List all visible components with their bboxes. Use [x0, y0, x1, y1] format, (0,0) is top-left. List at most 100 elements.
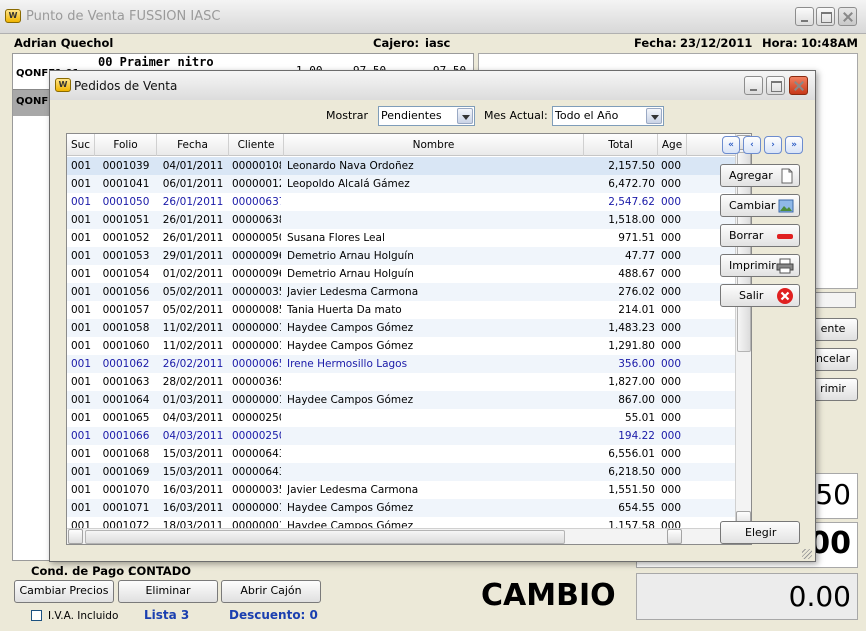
- table-row[interactable]: 001 0001051 26/01/2011 00000638 1,518.00 000: [67, 211, 735, 229]
- column-header[interactable]: Total: [584, 134, 658, 156]
- table-row[interactable]: 001 0001053 29/01/2011 00000096 Demetrio Arn…: [67, 247, 735, 265]
- table-cell: Irene Hermosillo Lagos: [287, 358, 408, 370]
- table-row[interactable]: 001 0001071 16/03/2011 00000001 Haydee Campo…: [67, 499, 735, 517]
- table-row[interactable]: 001 0001052 26/01/2011 00000050 Susana Flore…: [67, 229, 735, 247]
- table-cell: 0001064: [102, 394, 150, 406]
- pendiente-label: ente: [820, 322, 846, 335]
- cashier-label: Cajero:: [373, 36, 420, 50]
- table-cell: Demetrio Arnau Holguín: [287, 250, 414, 262]
- table-cell: 11/02/2011: [162, 322, 224, 334]
- table-cell: 00000643: [232, 448, 281, 460]
- table-row[interactable]: 001 0001062 26/02/2011 00000065 Irene Hermos…: [67, 355, 735, 373]
- table-cell: 001: [70, 484, 92, 496]
- mostrar-select[interactable]: Pendientes: [378, 106, 475, 126]
- change-display: 0.00: [636, 573, 858, 620]
- column-header[interactable]: Age: [658, 134, 687, 156]
- table-cell: Haydee Campos Gómez: [287, 394, 414, 406]
- table-row[interactable]: 001 0001054 01/02/2011 00000096 Demetrio Arn…: [67, 265, 735, 283]
- table-cell: 04/01/2011: [162, 160, 224, 172]
- table-cell: 001: [70, 376, 92, 388]
- chevron-down-icon[interactable]: [457, 108, 473, 124]
- table-row[interactable]: 001 0001060 11/02/2011 00000001 Haydee Campo…: [67, 337, 735, 355]
- table-cell: 47.77: [624, 250, 655, 262]
- imprimir-button[interactable]: Imprimir: [720, 254, 800, 277]
- mes-value: Todo el Año: [555, 109, 619, 122]
- resize-grip-icon[interactable]: [802, 549, 812, 559]
- dialog-maximize-button[interactable]: [766, 76, 785, 95]
- previous-record-icon[interactable]: ‹: [743, 136, 761, 154]
- table-row[interactable]: 001 0001064 01/03/2011 00000001 Haydee Campo…: [67, 391, 735, 409]
- subtotal-value: 50: [815, 478, 851, 511]
- table-cell: 1,827.00: [608, 376, 655, 388]
- column-header[interactable]: Folio: [95, 134, 157, 156]
- dialog-title: Pedidos de Venta: [74, 79, 178, 93]
- table-row[interactable]: 001 0001056 05/02/2011 00000035 Javier Ledes…: [67, 283, 735, 301]
- table-cell: 15/03/2011: [162, 466, 224, 478]
- table-cell: 001: [70, 178, 92, 190]
- table-cell: 26/01/2011: [162, 196, 224, 208]
- first-record-icon[interactable]: «: [722, 136, 740, 154]
- orders-grid[interactable]: Suc Folio Fecha Cliente Nombre Total Age 001 00…: [66, 133, 752, 545]
- table-cell: Haydee Campos Gómez: [287, 340, 414, 352]
- table-cell: 00000035: [232, 286, 281, 298]
- table-row[interactable]: 001 0001066 04/03/2011 00000250 194.22 000: [67, 427, 735, 445]
- scroll-right-arrow-icon[interactable]: [667, 529, 682, 544]
- dialog-minimize-button[interactable]: [744, 76, 763, 95]
- elegir-button[interactable]: Elegir: [720, 521, 800, 544]
- table-row[interactable]: 001 0001068 15/03/2011 00000643 6,556.01 000: [67, 445, 735, 463]
- table-cell: Demetrio Arnau Holguín: [287, 268, 414, 280]
- table-cell: 0001058: [102, 322, 150, 334]
- close-button[interactable]: [838, 7, 857, 26]
- table-cell: 971.51: [618, 232, 655, 244]
- next-record-icon[interactable]: ›: [764, 136, 782, 154]
- cambiar-button[interactable]: Cambiar: [720, 194, 800, 217]
- mes-select[interactable]: Todo el Año: [552, 106, 664, 126]
- table-row[interactable]: 001 0001063 28/02/2011 00000365 1,827.00 000: [67, 373, 735, 391]
- salir-button[interactable]: Salir: [720, 284, 800, 307]
- column-header[interactable]: Suc: [67, 134, 95, 156]
- agregar-button[interactable]: Agregar: [720, 164, 800, 187]
- table-cell: 00000250: [232, 412, 281, 424]
- table-cell: 1,551.50: [608, 484, 655, 496]
- table-row[interactable]: 001 0001065 04/03/2011 00000250 55.01 000: [67, 409, 735, 427]
- agregar-label: Agregar: [729, 169, 773, 182]
- time-label: Hora:: [762, 36, 798, 50]
- table-row[interactable]: 001 0001069 15/03/2011 00000643 6,218.50 000: [67, 463, 735, 481]
- table-row[interactable]: 001 0001050 26/01/2011 00000637 2,547.62 000: [67, 193, 735, 211]
- eliminar-button[interactable]: Eliminar: [118, 580, 218, 603]
- column-header[interactable]: Nombre: [284, 134, 584, 156]
- column-header[interactable]: Cliente: [229, 134, 284, 156]
- table-row[interactable]: 001 0001039 04/01/2011 00000108 Leonardo Nav…: [67, 157, 735, 175]
- search-field[interactable]: [810, 292, 856, 308]
- imprimir-label: Imprimir: [729, 259, 776, 272]
- table-cell: 001: [70, 322, 92, 334]
- maximize-button[interactable]: [816, 7, 835, 26]
- table-cell: Haydee Campos Gómez: [287, 502, 414, 514]
- scroll-left-arrow-icon[interactable]: [68, 529, 83, 544]
- mostrar-value: Pendientes: [381, 109, 442, 122]
- table-cell: 2,157.50: [608, 160, 655, 172]
- table-row[interactable]: 001 0001041 06/01/2011 00000012 Leopoldo Alc…: [67, 175, 735, 193]
- table-row[interactable]: 001 0001057 05/02/2011 00000085 Tania Huerta…: [67, 301, 735, 319]
- cambiar-precios-button[interactable]: Cambiar Precios: [14, 580, 114, 603]
- dialog-close-button[interactable]: [789, 76, 808, 95]
- abrir-cajon-button[interactable]: Abrir Cajón: [221, 580, 321, 603]
- table-cell: 1,483.23: [608, 322, 655, 334]
- minimize-button[interactable]: [795, 7, 814, 26]
- table-cell: 1,291.80: [608, 340, 655, 352]
- last-record-icon[interactable]: »: [785, 136, 803, 154]
- horizontal-scrollbar[interactable]: [67, 528, 751, 544]
- chevron-down-icon[interactable]: [646, 108, 662, 124]
- horizontal-scroll-thumb[interactable]: [85, 530, 565, 544]
- table-row[interactable]: 001 0001058 11/02/2011 00000001 Haydee Campo…: [67, 319, 735, 337]
- table-cell: 000: [661, 430, 682, 442]
- iva-checkbox[interactable]: [31, 610, 42, 621]
- table-cell: 0001041: [102, 178, 150, 190]
- ticket-row-selected[interactable]: QONFE: [13, 90, 55, 116]
- borrar-button[interactable]: Borrar: [720, 224, 800, 247]
- table-row[interactable]: 001 0001070 16/03/2011 00000035 Javier Ledes…: [67, 481, 735, 499]
- table-cell: 0001039: [102, 160, 150, 172]
- table-cell: 2,547.62: [608, 196, 655, 208]
- table-cell: 001: [70, 502, 92, 514]
- column-header[interactable]: Fecha: [157, 134, 229, 156]
